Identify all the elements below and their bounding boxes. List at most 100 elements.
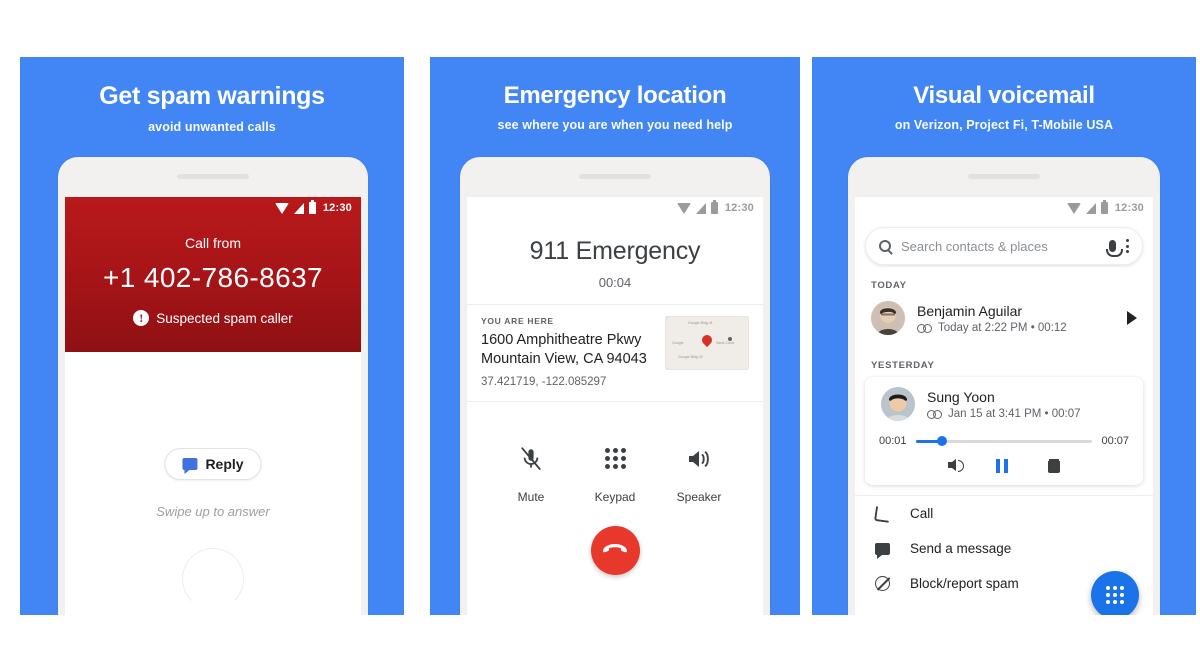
contact-name: Benjamin Aguilar	[917, 302, 1023, 319]
player-controls	[865, 447, 1143, 473]
message-icon	[875, 542, 890, 559]
avatar	[871, 301, 905, 335]
phone-mockup: 12:30 Search contacts & places TODAY Ben…	[848, 157, 1160, 615]
map-label: Sand Court	[716, 341, 735, 345]
action-block-label: Block/report spam	[910, 576, 1019, 591]
phone-mockup: 12:30 Call from +1 402-786-8637 ! Suspec…	[58, 157, 368, 615]
page-subtitle: on Verizon, Project Fi, T-Mobile USA	[894, 118, 1114, 133]
mic-icon[interactable]	[1106, 240, 1123, 257]
play-icon[interactable]	[1127, 311, 1137, 325]
page-subtitle: avoid unwanted calls	[148, 119, 276, 134]
battery-icon	[308, 200, 316, 214]
speaker-icon	[661, 444, 737, 474]
seek-handle[interactable]	[937, 436, 948, 446]
voicemail-list-item[interactable]: Sung Yoon Jan 15 at 3:41 PM • 00:07	[865, 377, 1143, 431]
address: 1600 Amphitheatre Pkwy Mountain View, CA…	[481, 331, 655, 370]
mic-off-icon	[493, 444, 569, 474]
emergency-title: 911 Emergency	[529, 237, 701, 265]
wifi-icon	[1066, 202, 1081, 214]
map-thumbnail[interactable]: Google Bldg 41 Google Sand Court Google …	[665, 316, 749, 370]
search-bar[interactable]: Search contacts & places	[865, 227, 1143, 265]
trash-icon[interactable]	[1048, 459, 1060, 473]
page-title: Emergency location	[503, 82, 727, 109]
phone-screen: 12:30 Call from +1 402-786-8637 ! Suspec…	[65, 197, 361, 615]
kebab-menu-icon[interactable]	[1126, 239, 1129, 253]
incoming-call-banner: 12:30 Call from +1 402-786-8637 ! Suspec…	[65, 197, 361, 352]
answer-swipe-handle[interactable]	[182, 548, 244, 610]
phone-icon	[875, 506, 890, 521]
battery-icon	[710, 200, 718, 214]
voicemail-meta: Jan 15 at 3:41 PM • 00:07	[927, 408, 1127, 420]
map-pin-icon	[699, 332, 715, 348]
panel-header: Visual voicemail on Verizon, Project Fi,…	[812, 57, 1196, 132]
action-call[interactable]: Call	[855, 496, 1153, 531]
location-card[interactable]: YOU ARE HERE 1600 Amphitheatre Pkwy Moun…	[467, 304, 763, 402]
promo-panel-spam-warnings: Get spam warnings avoid unwanted calls 1…	[20, 57, 404, 615]
spam-warning-label: Suspected spam caller	[156, 310, 293, 326]
battery-icon	[1100, 200, 1108, 214]
address-line-1: 1600 Amphitheatre Pkwy	[481, 332, 642, 348]
speaker-icon[interactable]	[948, 459, 964, 472]
voicemail-timestamp: Today at 2:22 PM • 00:12	[938, 321, 1067, 334]
mute-button[interactable]: Mute	[493, 444, 569, 504]
earpiece-speaker	[177, 174, 249, 179]
playback-seek-row: 00:01 00:07	[865, 431, 1143, 447]
search-icon	[879, 240, 891, 252]
phone-screen: 12:30 Search contacts & places TODAY Ben…	[855, 197, 1153, 615]
reply-button-label: Reply	[205, 456, 244, 472]
coordinates: 37.421719, -122.085297	[481, 375, 607, 388]
reply-button[interactable]: Reply	[164, 448, 262, 480]
page-subtitle: see where you are when you need help	[497, 118, 733, 133]
action-send-message[interactable]: Send a message	[855, 531, 1153, 566]
voicemail-info: Benjamin Aguilar Today at 2:22 PM • 00:1…	[917, 303, 1115, 334]
voicemail-icon	[927, 410, 942, 419]
voicemail-screen: 12:30 Search contacts & places TODAY Ben…	[855, 197, 1153, 615]
end-call-icon	[602, 544, 628, 553]
keypad-button[interactable]: Keypad	[577, 444, 653, 504]
speaker-button[interactable]: Speaker	[661, 444, 737, 504]
end-call-button[interactable]	[590, 525, 640, 575]
voicemail-info: Sung Yoon Jan 15 at 3:41 PM • 00:07	[927, 389, 1127, 420]
search-input[interactable]: Search contacts & places	[901, 239, 1099, 254]
wifi-icon	[274, 202, 289, 214]
dialpad-fab-button[interactable]	[1091, 571, 1139, 615]
spam-warning: ! Suspected spam caller	[65, 310, 361, 326]
elapsed-time: 00:01	[879, 435, 907, 447]
map-label: Google Bldg 41	[688, 321, 713, 325]
speaker-label: Speaker	[676, 489, 722, 504]
map-label: Google	[672, 341, 684, 345]
earpiece-speaker	[968, 174, 1040, 179]
section-header-today: TODAY	[871, 280, 907, 291]
signal-icon	[293, 202, 304, 214]
action-send-message-label: Send a message	[910, 541, 1012, 556]
chat-icon	[182, 458, 198, 474]
dialpad-icon	[577, 444, 653, 474]
status-bar: 12:30	[65, 197, 361, 219]
earpiece-speaker	[579, 174, 651, 179]
total-duration: 00:07	[1101, 435, 1129, 447]
status-clock: 12:30	[1114, 202, 1144, 214]
seek-slider[interactable]	[915, 436, 1093, 446]
status-clock: 12:30	[322, 202, 352, 214]
keypad-label: Keypad	[594, 489, 636, 504]
phone-mockup: 12:30 911 Emergency 00:04 YOU ARE HERE 1…	[460, 157, 770, 615]
call-from-label: Call from	[184, 235, 241, 251]
exclamation-icon: !	[133, 310, 150, 326]
pause-icon[interactable]	[996, 459, 1008, 473]
block-icon	[875, 576, 890, 591]
status-bar: 12:30	[467, 197, 763, 219]
voicemail-player-card: Sung Yoon Jan 15 at 3:41 PM • 00:07 00:0…	[865, 377, 1143, 485]
call-answer-area: Reply Swipe up to answer	[65, 352, 361, 615]
wifi-icon	[676, 202, 691, 214]
page-title: Get spam warnings	[99, 82, 325, 110]
location-label: YOU ARE HERE	[481, 316, 554, 326]
section-header-yesterday: YESTERDAY	[871, 360, 935, 371]
contact-name: Sung Yoon	[927, 388, 995, 405]
dialpad-icon	[1106, 586, 1124, 604]
caller-number: +1 402-786-8637	[102, 262, 324, 293]
status-clock: 12:30	[724, 202, 754, 214]
voicemail-list-item[interactable]: Benjamin Aguilar Today at 2:22 PM • 00:1…	[855, 291, 1153, 345]
signal-icon	[695, 202, 706, 214]
action-call-label: Call	[910, 506, 934, 521]
call-controls: Mute Keypad Speaker	[467, 402, 763, 504]
